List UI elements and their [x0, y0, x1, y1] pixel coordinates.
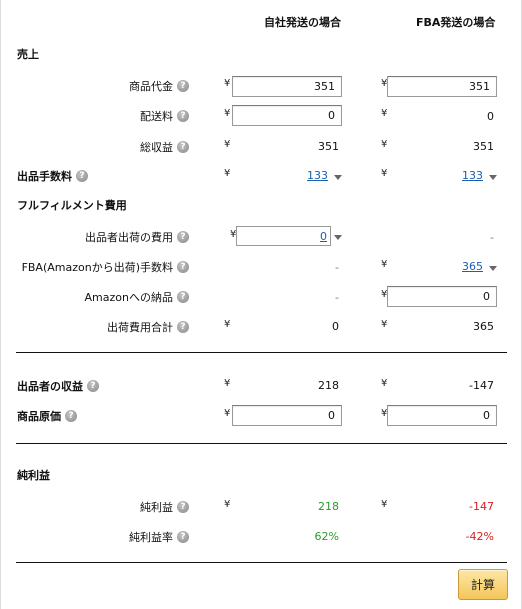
divider [16, 443, 507, 444]
yen-sign: ¥ [381, 319, 388, 330]
help-icon[interactable]: ? [177, 531, 189, 543]
total-revenue-self-value: 351 [318, 140, 339, 153]
yen-sign: ¥ [224, 139, 231, 150]
seller-proceeds-label: 出品者の収益 [17, 380, 83, 393]
help-icon[interactable]: ? [76, 170, 88, 182]
inbound-label: Amazonへの納品 [84, 291, 173, 304]
yen-sign: ¥ [381, 259, 388, 270]
row-selling-fee-label: 出品手数料 ? [17, 168, 88, 184]
help-icon[interactable]: ? [177, 141, 189, 153]
row-total-revenue-label: 総収益 ? [140, 139, 189, 155]
help-icon[interactable]: ? [177, 501, 189, 513]
row-inbound-label: Amazonへの納品 ? [85, 289, 189, 305]
yen-sign: ¥ [381, 108, 388, 119]
yen-sign: ¥ [381, 499, 388, 510]
seller-ship-cost-box[interactable]: 0 [236, 226, 331, 246]
chevron-down-icon[interactable] [334, 230, 342, 243]
net-label: 純利益 [140, 501, 173, 514]
help-icon[interactable]: ? [177, 261, 189, 273]
help-icon[interactable]: ? [65, 410, 77, 422]
selling-fee-self-link[interactable]: 133 [307, 169, 328, 182]
price-label: 商品代金 [129, 80, 173, 93]
margin-self-value: 62% [314, 530, 339, 543]
cost-label: 商品原価 [17, 410, 61, 423]
cost-self-input[interactable] [232, 405, 342, 426]
divider [16, 352, 507, 353]
section-sales-title: 売上 [17, 48, 39, 61]
yen-sign: ¥ [224, 168, 231, 179]
yen-sign: ¥ [381, 378, 388, 389]
ship-total-fba-value: 365 [473, 320, 494, 333]
section-net-profit-title: 純利益 [17, 469, 50, 482]
seller-ship-label: 出品者出荷の費用 [85, 231, 173, 244]
inbound-fba-input[interactable] [387, 286, 497, 307]
seller-proceeds-self-value: 218 [318, 379, 339, 392]
ship-total-self-value: 0 [332, 320, 339, 333]
row-seller-ship-label: 出品者出荷の費用 ? [85, 229, 189, 245]
header-self-shipping: 自社発送の場合 [264, 16, 341, 29]
seller-ship-cost-self-link[interactable]: 0 [320, 230, 327, 243]
yen-sign: ¥ [224, 319, 231, 330]
fba-fee-label: FBA(Amazonから出荷)手数料 [21, 261, 173, 274]
row-cost-label: 商品原価 ? [17, 408, 77, 424]
selling-fee-label: 出品手数料 [17, 170, 72, 183]
help-icon[interactable]: ? [177, 321, 189, 333]
ship-total-label: 出荷費用合計 [107, 321, 173, 334]
help-icon[interactable]: ? [177, 291, 189, 303]
shipping-self-input[interactable] [232, 105, 342, 126]
calculate-button[interactable]: 計算 [458, 569, 508, 600]
price-self-input[interactable] [232, 76, 342, 97]
divider [16, 562, 507, 563]
row-shipping-label: 配送料 ? [140, 108, 189, 124]
help-icon[interactable]: ? [177, 231, 189, 243]
seller-ship-cost-fba-value: - [490, 231, 494, 244]
help-icon[interactable]: ? [177, 110, 189, 122]
shipping-fba-value: 0 [487, 110, 494, 123]
row-fba-fee-label: FBA(Amazonから出荷)手数料 ? [22, 259, 189, 275]
margin-label: 純利益率 [129, 531, 173, 544]
selling-fee-fba-link[interactable]: 133 [462, 169, 483, 182]
inbound-self-value: - [335, 291, 339, 304]
price-fba-input[interactable] [387, 76, 497, 97]
row-net-label: 純利益 ? [140, 499, 189, 515]
section-fulfillment-title: フルフィルメント費用 [17, 199, 127, 212]
yen-sign: ¥ [381, 168, 388, 179]
fba-fee-self-value: - [335, 261, 339, 274]
yen-sign: ¥ [224, 78, 231, 89]
row-ship-total-label: 出荷費用合計 ? [107, 319, 189, 335]
row-seller-proceeds-label: 出品者の収益 ? [17, 378, 99, 394]
help-icon[interactable]: ? [177, 80, 189, 92]
header-fba-shipping: FBA発送の場合 [416, 16, 496, 29]
chevron-down-icon[interactable] [489, 170, 497, 183]
total-revenue-fba-value: 351 [473, 140, 494, 153]
chevron-down-icon[interactable] [334, 170, 342, 183]
cost-fba-input[interactable] [387, 405, 497, 426]
yen-sign: ¥ [224, 408, 231, 419]
row-price-label: 商品代金 ? [129, 78, 189, 94]
yen-sign: ¥ [224, 108, 231, 119]
fba-revenue-calculator: 自社発送の場合 FBA発送の場合 売上 商品代金 ? ¥ ¥ 配送料 ? ¥ ¥… [0, 0, 522, 609]
seller-proceeds-fba-value: -147 [469, 379, 494, 392]
shipping-label: 配送料 [140, 110, 173, 123]
net-fba-value: -147 [469, 500, 494, 513]
net-self-value: 218 [318, 500, 339, 513]
yen-sign: ¥ [224, 499, 231, 510]
chevron-down-icon[interactable] [489, 261, 497, 274]
yen-sign: ¥ [224, 378, 231, 389]
fba-fee-fba-link[interactable]: 365 [462, 260, 483, 273]
margin-fba-value: -42% [465, 530, 494, 543]
help-icon[interactable]: ? [87, 380, 99, 392]
yen-sign: ¥ [381, 139, 388, 150]
row-margin-label: 純利益率 ? [129, 529, 189, 545]
total-revenue-label: 総収益 [140, 141, 173, 154]
